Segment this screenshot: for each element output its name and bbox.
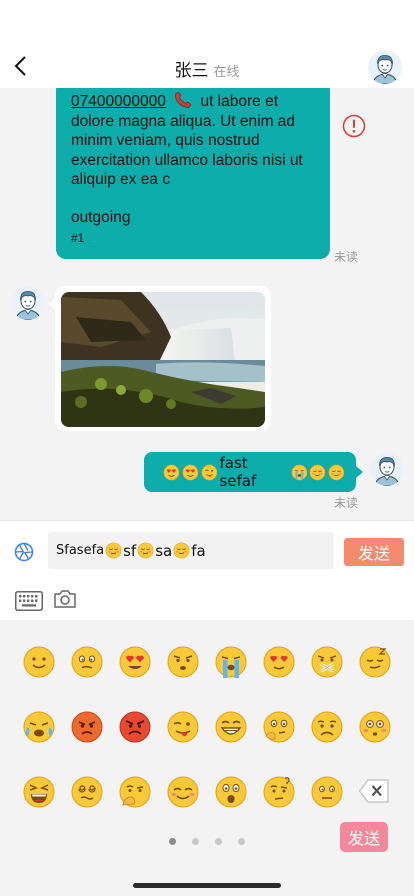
user-avatar-icon	[368, 50, 402, 84]
crying-emoji-icon[interactable]	[214, 645, 248, 679]
smirk-emoji-icon	[137, 542, 154, 559]
my-avatar[interactable]	[370, 452, 404, 486]
surprised-emoji-icon[interactable]	[214, 775, 248, 809]
heart-eyes-emoji-icon[interactable]	[118, 645, 152, 679]
home-indicator[interactable]	[133, 883, 281, 888]
incoming-image-message[interactable]	[49, 286, 271, 431]
emoji-send-button[interactable]: 发送	[340, 822, 388, 852]
grin-emoji-icon[interactable]	[214, 710, 248, 744]
page-dot[interactable]	[192, 838, 199, 845]
input-text-3: sa	[155, 541, 173, 560]
user-avatar-icon	[370, 452, 404, 486]
input-text-4: fa	[191, 541, 206, 560]
backspace-icon[interactable]	[358, 778, 390, 804]
blush-emoji-icon[interactable]	[166, 775, 200, 809]
read-status: 未读	[333, 496, 358, 510]
furious-emoji-icon[interactable]	[118, 710, 152, 744]
outgoing-text-message[interactable]: 07400000000 ut labore et dolore magna al…	[56, 88, 330, 259]
sleepy-emoji-icon[interactable]	[358, 645, 392, 679]
chat-area[interactable]: 07400000000 ut labore et dolore magna al…	[0, 88, 414, 520]
heart-eyes-wink-emoji-icon[interactable]	[262, 645, 296, 679]
smirk-emoji-icon	[173, 542, 190, 559]
dizzy-emoji-icon[interactable]	[70, 775, 104, 809]
message-input[interactable]: Sfasefa sf sa fa	[48, 532, 334, 569]
sad-emoji-icon[interactable]	[310, 710, 344, 744]
phone-link[interactable]: 07400000000	[71, 93, 166, 110]
question-emoji-icon[interactable]	[262, 775, 296, 809]
wink-tongue-emoji-icon[interactable]	[166, 710, 200, 744]
smirk-emoji-icon	[309, 464, 326, 480]
emoji-message-text: fast sefaf	[219, 454, 257, 490]
outgoing-emoji-message[interactable]: fast sefaf	[144, 452, 363, 492]
smile-emoji-icon[interactable]	[22, 645, 56, 679]
aperture-icon[interactable]	[13, 541, 35, 563]
flushed-emoji-icon[interactable]	[358, 710, 392, 744]
contact-avatar[interactable]	[368, 50, 402, 84]
thinking-emoji-icon[interactable]	[262, 710, 296, 744]
crying-emoji-icon	[291, 464, 307, 480]
heart-eyes-emoji-icon	[163, 464, 180, 480]
title-area: 张三 在线	[0, 56, 414, 81]
message-index: #1	[71, 231, 85, 245]
neutral-emoji-icon[interactable]	[310, 775, 344, 809]
page-dot[interactable]	[215, 838, 222, 845]
keyboard-icon[interactable]	[15, 591, 43, 611]
zipped-emoji-icon[interactable]	[310, 645, 344, 679]
hmm-emoji-icon[interactable]	[118, 775, 152, 809]
contact-name: 张三	[174, 61, 209, 81]
page-dot[interactable]	[238, 838, 245, 845]
loud-crying-emoji-icon[interactable]	[22, 710, 56, 744]
angry-emoji-icon[interactable]	[70, 710, 104, 744]
input-text-1: Sfasefa	[56, 543, 105, 558]
heart-eyes-emoji-icon	[182, 464, 199, 480]
camera-icon[interactable]	[53, 588, 77, 610]
smirk-emoji-icon	[105, 542, 122, 559]
send-button[interactable]: 发送	[344, 538, 404, 566]
waterfall-photo[interactable]	[61, 292, 265, 427]
smirk-emoji-icon	[328, 464, 345, 480]
input-bar: Sfasefa sf sa fa 发送	[0, 520, 414, 620]
message-footer: outgoing	[71, 208, 131, 226]
chat-header: 张三 在线	[0, 0, 414, 88]
read-status: 未读	[333, 250, 358, 264]
annoyed-emoji-icon[interactable]	[166, 645, 200, 679]
user-avatar-icon	[11, 286, 45, 320]
scream-emoji-icon[interactable]	[22, 775, 56, 809]
emoji-panel: 发送	[0, 620, 414, 896]
send-error-icon[interactable]	[342, 114, 366, 138]
telephone-receiver-icon	[175, 91, 192, 108]
wink-tongue-emoji-icon	[201, 464, 217, 480]
online-status: 在线	[213, 65, 240, 80]
sender-avatar[interactable]	[11, 286, 45, 320]
confused-emoji-icon[interactable]	[70, 645, 104, 679]
page-dot[interactable]	[169, 838, 176, 845]
input-text-2: sf	[123, 541, 137, 560]
